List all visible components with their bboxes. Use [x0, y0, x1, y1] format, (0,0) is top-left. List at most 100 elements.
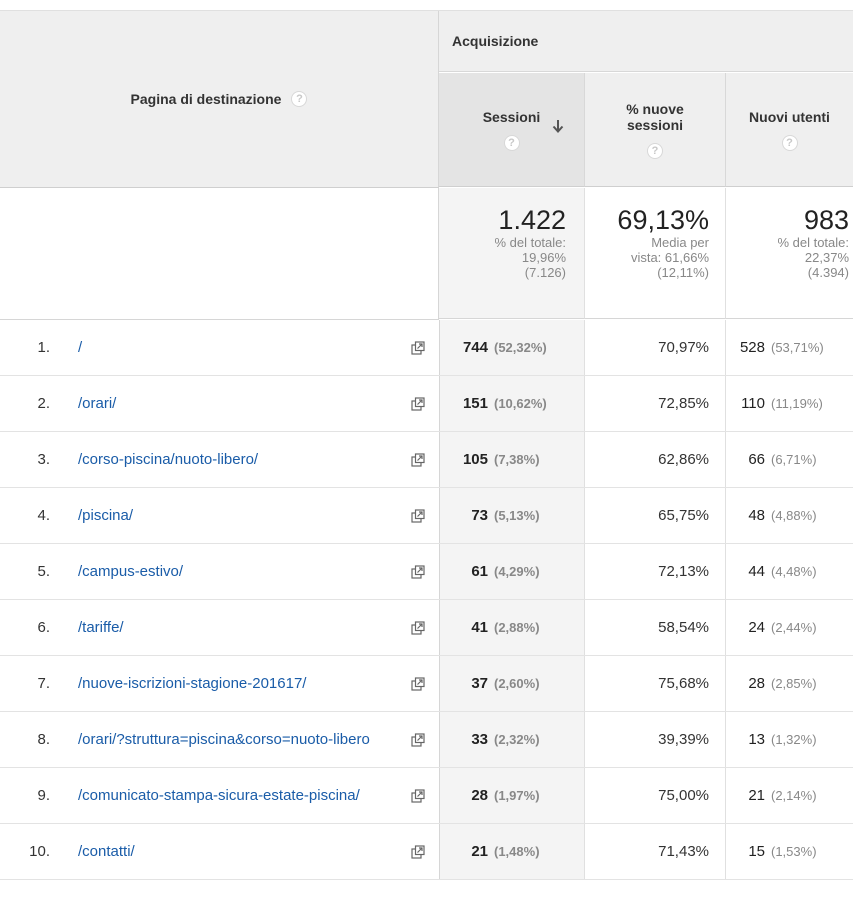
row-num: 9.: [37, 787, 50, 804]
row-new-users: 24: [748, 619, 765, 636]
landing-page-link[interactable]: /piscina/: [78, 488, 398, 543]
row-new-users-pct: (4,88%): [771, 508, 817, 523]
row-path: /corso-piscina/nuoto-libero/: [78, 451, 259, 468]
sessions-total-site: (7.126): [524, 265, 566, 280]
open-page-icon[interactable]: [398, 544, 438, 599]
row-new-users: 21: [748, 787, 765, 804]
sessions-cell: 37 (2,60%): [439, 656, 585, 711]
row-number: 5.: [0, 544, 58, 599]
row-num: 10.: [29, 843, 50, 860]
row-new-users-pct: (1,32%): [771, 732, 817, 747]
row-path: /orari/: [78, 395, 117, 412]
new-sessions-column-header[interactable]: % nuove sessioni ?: [585, 73, 726, 187]
totals-label-cell: [0, 188, 439, 320]
help-icon[interactable]: ?: [781, 134, 798, 151]
external-link-icon[interactable]: [411, 452, 425, 467]
new-sessions-cell: 75,00%: [585, 768, 726, 823]
row-new-sessions: 71,43%: [658, 843, 709, 860]
new-sessions-total-value: 69,13%: [617, 205, 709, 235]
row-sessions-pct: (2,88%): [494, 620, 540, 635]
new-users-cell: 44 (4,48%): [726, 544, 853, 599]
external-link-icon[interactable]: [411, 732, 425, 747]
row-sessions: 33: [471, 731, 488, 748]
open-page-icon[interactable]: [398, 320, 438, 375]
row-number: 9.: [0, 768, 58, 823]
open-page-icon[interactable]: [398, 376, 438, 431]
new-users-total-caption: % del totale:: [777, 235, 849, 250]
landing-page-link[interactable]: /campus-estivo/: [78, 544, 398, 599]
new-sessions-header-line2: sessioni: [626, 116, 684, 133]
row-path: /: [78, 339, 83, 356]
open-page-icon[interactable]: [398, 656, 438, 711]
new-users-cell: 48 (4,88%): [726, 488, 853, 543]
row-new-users-pct: (6,71%): [771, 452, 817, 467]
help-icon[interactable]: ?: [503, 134, 520, 151]
new-users-column-header[interactable]: Nuovi utenti ?: [726, 73, 853, 187]
new-sessions-cell: 39,39%: [585, 712, 726, 767]
open-page-icon[interactable]: [398, 432, 438, 487]
sessions-total-percent: 19,96%: [521, 250, 566, 265]
external-link-icon[interactable]: [411, 676, 425, 691]
sessions-cell: 744 (52,32%): [439, 320, 585, 375]
row-path: /campus-estivo/: [78, 563, 184, 580]
open-page-icon[interactable]: [398, 768, 438, 823]
row-new-sessions: 39,39%: [658, 731, 709, 748]
row-sessions-pct: (10,62%): [494, 396, 547, 411]
sessions-cell: 61 (4,29%): [439, 544, 585, 599]
row-num: 4.: [37, 507, 50, 524]
external-link-icon[interactable]: [411, 508, 425, 523]
row-sessions-pct: (52,32%): [494, 340, 547, 355]
row-path: /orari/?struttura=piscina&corso=nuoto-li…: [78, 731, 370, 748]
external-link-icon[interactable]: [411, 620, 425, 635]
external-link-icon[interactable]: [411, 564, 425, 579]
new-users-cell: 13 (1,32%): [726, 712, 853, 767]
table-row: 8. /orari/?struttura=piscina&corso=nuoto…: [0, 712, 853, 768]
new-sessions-cell: 65,75%: [585, 488, 726, 543]
landing-page-header[interactable]: Pagina di destinazione ?: [0, 11, 439, 188]
landing-page-link[interactable]: /tariffe/: [78, 600, 398, 655]
row-number: 6.: [0, 600, 58, 655]
row-path: /piscina/: [78, 507, 134, 524]
landing-page-link[interactable]: /orari/: [78, 376, 398, 431]
row-path: /nuove-iscrizioni-stagione-201617/: [78, 675, 307, 692]
table-row: 2. /orari/ 151 (10,62%) 72,85% 110 (11,19%…: [0, 376, 853, 432]
external-link-icon[interactable]: [411, 396, 425, 411]
open-page-icon[interactable]: [398, 712, 438, 767]
landing-page-link[interactable]: /corso-piscina/nuoto-libero/: [78, 432, 398, 487]
landing-page-link[interactable]: /comunicato-stampa-sicura-estate-piscina…: [78, 768, 398, 823]
sessions-column-header[interactable]: Sessioni ?: [439, 73, 585, 187]
sort-descending-arrow-icon[interactable]: [552, 119, 564, 133]
landing-page-link[interactable]: /orari/?struttura=piscina&corso=nuoto-li…: [78, 712, 398, 767]
sessions-total-value: 1.422: [498, 205, 566, 235]
new-sessions-total-caption: Media per: [651, 235, 709, 250]
open-page-icon[interactable]: [398, 824, 438, 879]
table-row: 6. /tariffe/ 41 (2,88%) 58,54% 24 (2,44%): [0, 600, 853, 656]
new-users-cell: 528 (53,71%): [726, 320, 853, 375]
help-icon[interactable]: ?: [291, 91, 308, 107]
help-icon[interactable]: ?: [647, 142, 663, 159]
row-sessions: 151: [462, 395, 488, 412]
row-new-sessions: 75,68%: [658, 675, 709, 692]
row-sessions-pct: (5,13%): [494, 508, 540, 523]
sessions-header-label: Sessioni: [482, 108, 541, 125]
sessions-cell: 41 (2,88%): [439, 600, 585, 655]
row-new-users: 44: [748, 563, 765, 580]
landing-page-link[interactable]: /contatti/: [78, 824, 398, 879]
external-link-icon[interactable]: [411, 340, 425, 355]
row-number: 8.: [0, 712, 58, 767]
row-num: 7.: [37, 675, 50, 692]
open-page-icon[interactable]: [398, 488, 438, 543]
row-new-users: 528: [739, 339, 765, 356]
landing-page-link[interactable]: /nuove-iscrizioni-stagione-201617/: [78, 656, 398, 711]
row-new-users-pct: (11,19%): [771, 396, 823, 411]
new-sessions-cell: 71,43%: [585, 824, 726, 879]
landing-page-link[interactable]: /: [78, 320, 398, 375]
external-link-icon[interactable]: [411, 788, 425, 803]
row-sessions-pct: (7,38%): [494, 452, 540, 467]
new-sessions-total: 69,13% Media per vista: 61,66% (12,11%): [585, 188, 726, 319]
new-users-cell: 21 (2,14%): [726, 768, 853, 823]
open-page-icon[interactable]: [398, 600, 438, 655]
external-link-icon[interactable]: [411, 844, 425, 859]
row-new-users-pct: (4,48%): [771, 564, 817, 579]
table-row: 4. /piscina/ 73 (5,13%) 65,75% 48 (4,88%): [0, 488, 853, 544]
